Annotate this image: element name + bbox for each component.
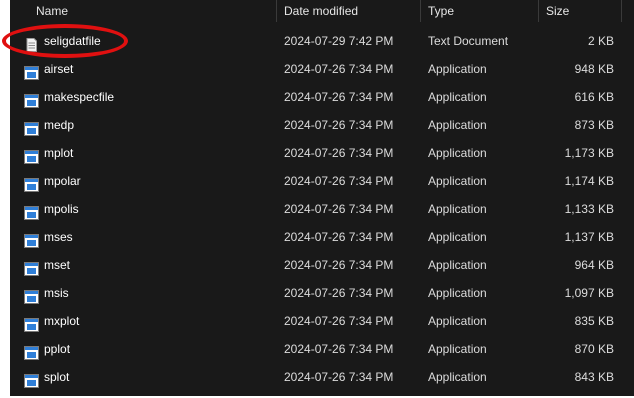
application-icon xyxy=(24,62,39,80)
file-type: Application xyxy=(428,174,487,188)
application-icon xyxy=(24,286,39,304)
file-date-modified: 2024-07-29 7:42 PM xyxy=(284,34,394,48)
column-divider[interactable] xyxy=(621,0,622,22)
file-size: 835 KB xyxy=(574,314,614,328)
file-date-modified: 2024-07-26 7:34 PM xyxy=(284,286,394,300)
file-date-modified: 2024-07-26 7:34 PM xyxy=(284,202,394,216)
file-date-modified: 2024-07-26 7:34 PM xyxy=(284,370,394,384)
file-type: Application xyxy=(428,370,487,384)
file-size: 2 KB xyxy=(587,34,614,48)
application-icon xyxy=(24,230,39,248)
file-type: Application xyxy=(428,118,487,132)
file-type: Text Document xyxy=(428,34,509,48)
file-name: medp xyxy=(44,118,75,132)
file-name: mplot xyxy=(44,146,74,160)
application-icon xyxy=(24,90,39,108)
file-size: 616 KB xyxy=(574,90,614,104)
file-name: mset xyxy=(44,258,71,272)
file-name: mpolis xyxy=(44,202,79,216)
column-header-size[interactable]: Size xyxy=(546,0,569,22)
file-name: mxplot xyxy=(44,314,80,328)
file-row[interactable]: mses 2024-07-26 7:34 PM Application 1,13… xyxy=(10,223,634,251)
file-row[interactable]: msis 2024-07-26 7:34 PM Application 1,09… xyxy=(10,279,634,307)
file-size: 1,133 KB xyxy=(564,202,614,216)
column-header-row: Name Date modified Type Size xyxy=(10,0,634,22)
application-icon xyxy=(24,342,39,360)
file-date-modified: 2024-07-26 7:34 PM xyxy=(284,342,394,356)
file-row[interactable]: pplot 2024-07-26 7:34 PM Application 870… xyxy=(10,335,634,363)
file-size: 843 KB xyxy=(574,370,614,384)
column-divider[interactable] xyxy=(276,0,277,22)
file-size: 870 KB xyxy=(574,342,614,356)
file-name: mpolar xyxy=(44,174,81,188)
file-explorer-list: Name Date modified Type Size seligdatfil… xyxy=(10,0,634,396)
file-name: seligdatfile xyxy=(44,34,101,48)
file-name: splot xyxy=(44,370,70,384)
file-name: airset xyxy=(44,62,74,76)
file-row[interactable]: airset 2024-07-26 7:34 PM Application 94… xyxy=(10,55,634,83)
file-row[interactable]: mpolis 2024-07-26 7:34 PM Application 1,… xyxy=(10,195,634,223)
text-document-icon xyxy=(24,34,39,52)
file-row[interactable]: mpolar 2024-07-26 7:34 PM Application 1,… xyxy=(10,167,634,195)
file-row[interactable]: mplot 2024-07-26 7:34 PM Application 1,1… xyxy=(10,139,634,167)
file-type: Application xyxy=(428,286,487,300)
file-row[interactable]: splot 2024-07-26 7:34 PM Application 843… xyxy=(10,363,634,391)
column-divider[interactable] xyxy=(538,0,539,22)
file-date-modified: 2024-07-26 7:34 PM xyxy=(284,230,394,244)
file-size: 964 KB xyxy=(574,258,614,272)
file-size: 1,137 KB xyxy=(564,230,614,244)
file-name: pplot xyxy=(44,342,71,356)
file-name: makespecfile xyxy=(44,90,115,104)
file-type: Application xyxy=(428,230,487,244)
file-date-modified: 2024-07-26 7:34 PM xyxy=(284,258,394,272)
file-date-modified: 2024-07-26 7:34 PM xyxy=(284,118,394,132)
application-icon xyxy=(24,258,39,276)
file-date-modified: 2024-07-26 7:34 PM xyxy=(284,314,394,328)
column-header-type[interactable]: Type xyxy=(428,0,454,22)
file-row[interactable]: mxplot 2024-07-26 7:34 PM Application 83… xyxy=(10,307,634,335)
file-name: msis xyxy=(44,286,69,300)
application-icon xyxy=(24,174,39,192)
file-type: Application xyxy=(428,62,487,76)
file-date-modified: 2024-07-26 7:34 PM xyxy=(284,90,394,104)
file-size: 1,174 KB xyxy=(564,174,614,188)
vertical-scrollbar[interactable] xyxy=(628,0,634,396)
file-type: Application xyxy=(428,258,487,272)
file-size: 1,173 KB xyxy=(564,146,614,160)
file-list: seligdatfile 2024-07-29 7:42 PM Text Doc… xyxy=(10,27,634,391)
file-type: Application xyxy=(428,314,487,328)
file-size: 1,097 KB xyxy=(564,286,614,300)
file-size: 873 KB xyxy=(574,118,614,132)
file-type: Application xyxy=(428,146,487,160)
file-type: Application xyxy=(428,342,487,356)
file-name: mses xyxy=(44,230,73,244)
application-icon xyxy=(24,370,39,388)
column-divider[interactable] xyxy=(420,0,421,22)
application-icon xyxy=(24,314,39,332)
file-size: 948 KB xyxy=(574,62,614,76)
application-icon xyxy=(24,118,39,136)
application-icon xyxy=(24,146,39,164)
file-date-modified: 2024-07-26 7:34 PM xyxy=(284,174,394,188)
file-row[interactable]: seligdatfile 2024-07-29 7:42 PM Text Doc… xyxy=(10,27,634,55)
file-row[interactable]: mset 2024-07-26 7:34 PM Application 964 … xyxy=(10,251,634,279)
column-header-name[interactable]: Name xyxy=(36,0,68,22)
file-type: Application xyxy=(428,90,487,104)
file-row[interactable]: makespecfile 2024-07-26 7:34 PM Applicat… xyxy=(10,83,634,111)
file-date-modified: 2024-07-26 7:34 PM xyxy=(284,62,394,76)
file-row[interactable]: medp 2024-07-26 7:34 PM Application 873 … xyxy=(10,111,634,139)
file-date-modified: 2024-07-26 7:34 PM xyxy=(284,146,394,160)
file-type: Application xyxy=(428,202,487,216)
application-icon xyxy=(24,202,39,220)
column-header-date-modified[interactable]: Date modified xyxy=(284,0,358,22)
